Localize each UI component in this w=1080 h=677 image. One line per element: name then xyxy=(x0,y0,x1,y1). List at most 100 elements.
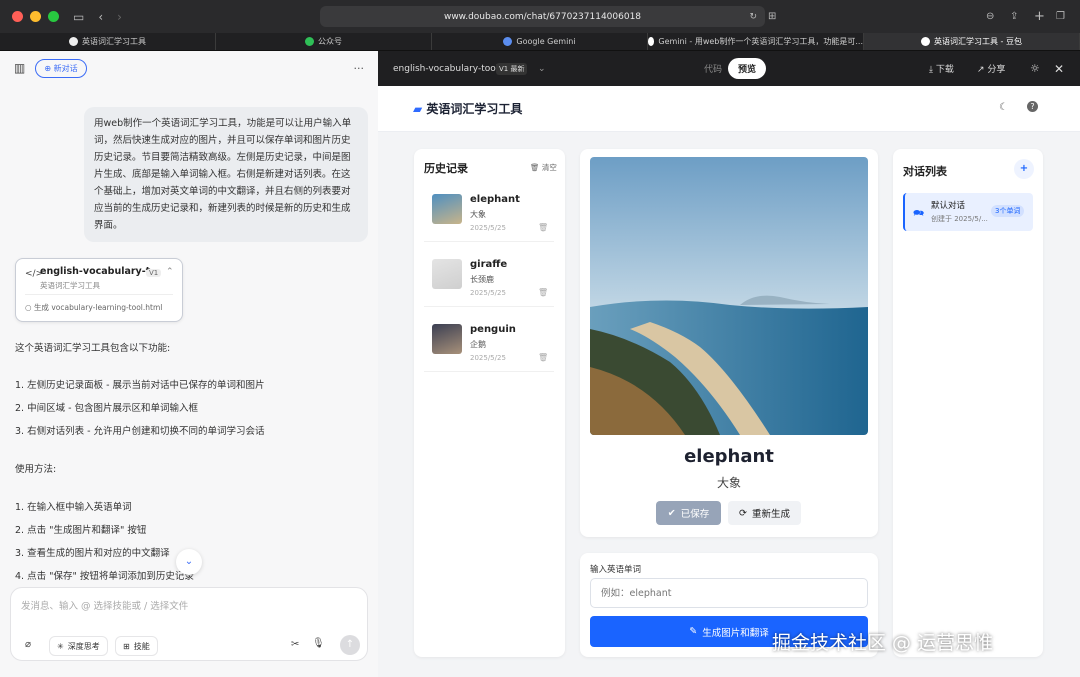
tab-code[interactable]: 代码 xyxy=(704,62,722,75)
saved-label: 已保存 xyxy=(680,509,710,520)
book-icon: ▰ xyxy=(413,102,423,116)
history-date: 2025/5/25 xyxy=(470,224,506,232)
step-1: 1. 在输入框中输入英语单词 xyxy=(15,502,132,513)
history-word: elephant xyxy=(470,194,520,205)
sidebar-toggle-icon[interactable]: ▭ xyxy=(73,10,84,24)
history-translation: 长颈鹿 xyxy=(470,275,494,284)
clear-label: 清空 xyxy=(541,163,557,172)
history-title: 历史记录 xyxy=(424,162,468,175)
browser-tab[interactable]: Gemini - 用web制作一个英语词汇学习工具，功能是可... xyxy=(648,33,864,50)
attach-icon[interactable]: ⌀ xyxy=(25,639,31,650)
browser-tab[interactable]: 公众号 xyxy=(216,33,432,50)
conversation-item[interactable]: 🗪 默认对话 创建于 2025/5/... 3个单词 xyxy=(903,193,1033,231)
word-input[interactable] xyxy=(590,578,868,608)
watermark: 掘金技术社区 @ 运营思惟 xyxy=(772,632,994,654)
trash-icon[interactable]: 🗑 xyxy=(538,288,548,297)
history-date: 2025/5/25 xyxy=(470,354,506,362)
chat-bubble-icon: 🗪 xyxy=(913,209,925,219)
download-button[interactable]: ⤓ 下载 xyxy=(929,62,954,75)
history-word: penguin xyxy=(470,324,516,335)
tab-overview-icon[interactable]: ❐ xyxy=(1056,11,1065,22)
add-conversation-button[interactable]: + xyxy=(1014,159,1034,179)
tab-label: Gemini - 用web制作一个英语词汇学习工具，功能是可... xyxy=(658,37,863,46)
browser-tabs: 英语词汇学习工具 公众号 Google Gemini Gemini - 用web制作一… xyxy=(0,33,1080,51)
browser-tab[interactable]: Google Gemini xyxy=(432,33,648,50)
chevron-up-icon[interactable]: ⌃ xyxy=(166,267,174,277)
theme-icon[interactable]: ☼ xyxy=(1030,62,1040,75)
maximize-window-button[interactable] xyxy=(48,11,59,22)
download-label: 下载 xyxy=(935,65,954,75)
download-icon: ⤓ xyxy=(929,65,933,75)
deep-think-button[interactable]: ✳ 深度思考 xyxy=(49,636,108,656)
version-label: V1 xyxy=(499,64,509,73)
minimize-window-button[interactable] xyxy=(30,11,41,22)
tab-grid-icon[interactable]: ⊞ xyxy=(768,11,776,22)
browser-tab[interactable]: 英语词汇学习工具 - 豆包 xyxy=(864,33,1080,50)
back-icon[interactable]: ‹ xyxy=(98,10,103,24)
translation-display: 大象 xyxy=(716,476,741,490)
skills-button[interactable]: ⊞ 技能 xyxy=(115,636,158,656)
preview-toolbar: english-vocabulary-tool V1 最新 ⌄ 代码 预览 ⤓ … xyxy=(378,51,1080,86)
address-bar[interactable]: www.doubao.com/chat/6770237114006018 ↻ xyxy=(320,6,765,27)
send-button[interactable]: ↑ xyxy=(340,635,360,655)
trash-icon[interactable]: 🗑 xyxy=(538,353,548,362)
step-3: 3. 查看生成的图片和对应的中文翻译 xyxy=(15,548,170,559)
history-thumbnail xyxy=(432,194,462,224)
artifact-subtitle: 英语词汇学习工具 xyxy=(40,281,100,290)
share-icon[interactable]: ⇪ xyxy=(1010,11,1018,22)
app-title-text: 英语词汇学习工具 xyxy=(426,102,523,116)
reload-icon[interactable]: ↻ xyxy=(749,12,757,22)
share-button[interactable]: ↗ 分享 xyxy=(977,62,1005,75)
trash-icon[interactable]: 🗑 xyxy=(538,223,548,232)
chat-pane: ▥ ⊕ 新对话 ··· 用web制作一个英语词汇学习工具，功能是可以让用户输入单… xyxy=(0,51,378,677)
conversation-name: 默认对话 xyxy=(931,201,966,211)
tab-preview[interactable]: 预览 xyxy=(728,58,767,79)
generate-label: 生成图片和翻译 xyxy=(702,627,769,639)
scissors-icon[interactable]: ✂ xyxy=(291,639,299,650)
preview-pane: english-vocabulary-tool V1 最新 ⌄ 代码 预览 ⤓ … xyxy=(378,51,1080,677)
history-item[interactable]: giraffe 长颈鹿 2025/5/25 🗑 xyxy=(424,252,554,307)
forward-icon[interactable]: › xyxy=(117,10,122,24)
microphone-icon[interactable]: 🎙 xyxy=(312,638,325,649)
moon-icon[interactable]: ☾ xyxy=(999,102,1008,113)
image-panel: elephant 大象 ✔ 已保存 ⟳ 重新生成 xyxy=(580,149,878,537)
new-tab-icon[interactable]: + xyxy=(1034,9,1045,24)
history-item[interactable]: penguin 企鹅 2025/5/25 🗑 xyxy=(424,317,554,372)
word-count-badge: 3个单词 xyxy=(991,205,1025,217)
artifact-version: V1 xyxy=(146,269,162,277)
new-chat-button[interactable]: ⊕ 新对话 xyxy=(35,58,87,78)
help-icon[interactable]: ? xyxy=(1027,101,1038,112)
clear-history-button[interactable]: 🗑 清空 xyxy=(530,162,557,173)
user-prompt: 用web制作一个英语词汇学习工具，功能是可以让用户输入单词，然后快速生成对应的图… xyxy=(84,107,368,242)
version-dropdown-icon[interactable]: ⌄ xyxy=(538,64,546,74)
atom-icon: ✳ xyxy=(57,641,64,651)
feature-1: 1. 左侧历史记录面板 - 展示当前对话中已保存的单词和图片 xyxy=(15,380,265,391)
scroll-down-button[interactable]: ⌄ xyxy=(176,549,202,575)
input-label: 输入英语单词 xyxy=(590,565,642,575)
artifact-card[interactable]: </> english-vocabulary-t... 英语词汇学习工具 V1 … xyxy=(15,258,183,322)
share-label: 分享 xyxy=(987,65,1006,75)
history-word: giraffe xyxy=(470,259,508,270)
app-title: ▰ 英语词汇学习工具 xyxy=(413,100,522,117)
intro-text: 这个英语词汇学习工具包含以下功能: xyxy=(15,343,171,354)
artifact-file-label: 生成 vocabulary-learning-tool.html xyxy=(33,303,163,312)
downloads-icon[interactable]: ⊖ xyxy=(986,11,994,22)
message-input[interactable]: 发消息、输入 @ 选择技能或 / 选择文件 ⌀ ✳ 深度思考 ⊞ 技能 ✂ 🎙 ↑ xyxy=(10,587,368,661)
tab-favicon xyxy=(648,37,655,46)
feature-3: 3. 右侧对话列表 - 允许用户创建和切换不同的单词学习会话 xyxy=(15,426,265,437)
grid-icon: ⊞ xyxy=(123,641,130,651)
tab-label: 公众号 xyxy=(318,37,342,46)
sidebar-icon[interactable]: ▥ xyxy=(14,61,25,75)
saved-button[interactable]: ✔ 已保存 xyxy=(656,501,721,525)
history-date: 2025/5/25 xyxy=(470,289,506,297)
history-item[interactable]: elephant 大象 2025/5/25 🗑 xyxy=(424,187,554,242)
tab-favicon xyxy=(921,37,930,46)
generated-image xyxy=(590,157,868,435)
more-icon[interactable]: ··· xyxy=(354,62,365,75)
browser-tab[interactable]: 英语词汇学习工具 xyxy=(0,33,216,50)
regenerate-button[interactable]: ⟳ 重新生成 xyxy=(728,501,801,525)
skills-label: 技能 xyxy=(133,641,150,651)
step-4: 4. 点击 "保存" 按钮将单词添加到历史记录 xyxy=(15,571,194,582)
close-preview-icon[interactable]: ✕ xyxy=(1054,62,1064,76)
close-window-button[interactable] xyxy=(12,11,23,22)
